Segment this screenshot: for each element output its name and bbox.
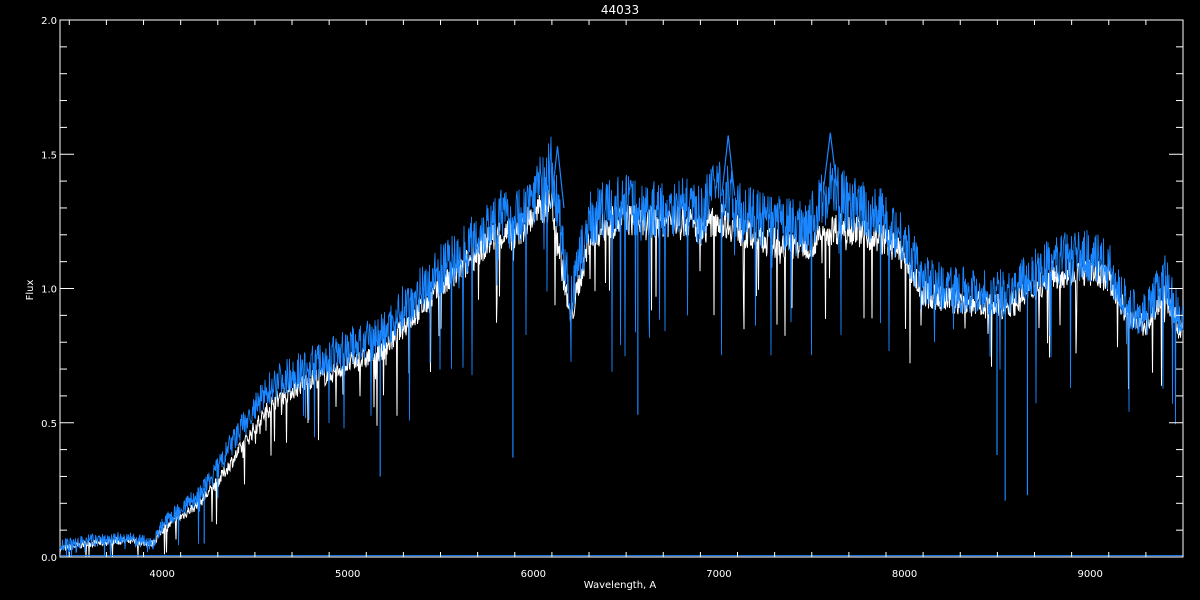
series-layer xyxy=(59,132,1184,558)
chart-title: 44033 xyxy=(601,3,639,17)
y-tick-label: 2.0 xyxy=(41,16,57,27)
plot-area xyxy=(59,19,1184,558)
y-tick-label: 0.0 xyxy=(41,553,57,564)
series-line-0 xyxy=(59,189,1184,558)
x-tick-label: 4000 xyxy=(149,569,174,580)
series-line-1 xyxy=(59,136,1184,558)
plot-frame xyxy=(59,19,1184,558)
y-tick-label: 0.5 xyxy=(41,419,57,430)
y-tick-label: 1.5 xyxy=(41,150,57,161)
y-tick-label: 1.0 xyxy=(41,285,57,296)
x-tick-label: 7000 xyxy=(706,569,731,580)
x-axis-label: Wavelength, A xyxy=(584,580,657,591)
x-tick-label: 6000 xyxy=(521,569,546,580)
spectrum-chart: 44033 4000 5000 6000 7000 8000 9000 0.0 0.5 1.0 1… xyxy=(25,3,1184,591)
x-tick-label: 5000 xyxy=(335,569,360,580)
y-axis-label: Flux xyxy=(25,280,36,301)
x-tick-label: 9000 xyxy=(1077,569,1102,580)
x-tick-label: 8000 xyxy=(892,569,917,580)
